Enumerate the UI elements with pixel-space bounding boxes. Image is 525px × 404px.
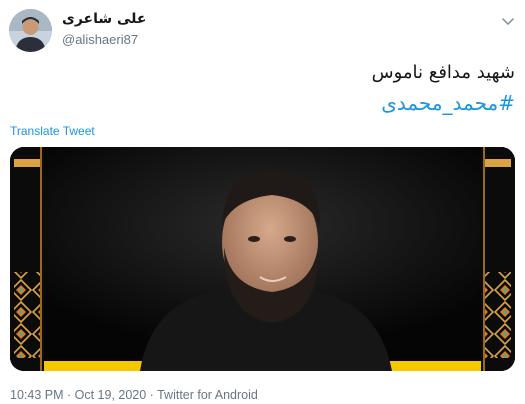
chevron-down-icon[interactable] <box>501 12 515 25</box>
tweet-metadata: 10:43 PM · Oct 19, 2020 · Twitter for An… <box>10 388 258 402</box>
author-handle[interactable]: @alishaeri87 <box>62 32 138 47</box>
metadata-separator: · <box>146 388 158 402</box>
metadata-separator: · <box>63 388 75 402</box>
avatar[interactable] <box>9 9 52 52</box>
avatar-image <box>9 9 52 52</box>
tweet-time[interactable]: 10:43 PM <box>10 388 64 402</box>
tweet-media-image[interactable] <box>10 147 515 371</box>
tweet-hashtag[interactable]: #محمد_محمدی <box>381 91 515 115</box>
author-display-name[interactable]: علی شاعری <box>62 11 146 27</box>
tweet-text: شهید مدافع ناموس <box>371 62 515 83</box>
translate-tweet-link[interactable]: Translate Tweet <box>10 124 95 138</box>
tweet-source[interactable]: Twitter for Android <box>157 388 258 402</box>
tweet-date[interactable]: Oct 19, 2020 <box>75 388 147 402</box>
media-photo <box>10 147 515 371</box>
